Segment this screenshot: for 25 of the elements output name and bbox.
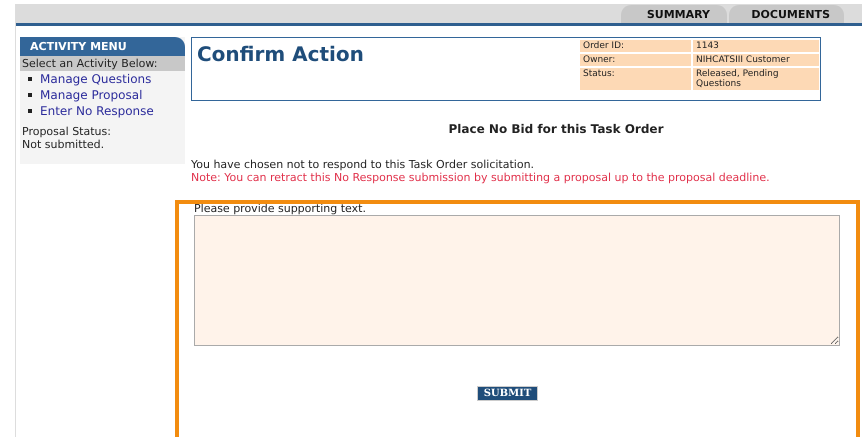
table-cell: 1143 [693, 40, 819, 52]
sidebar-link[interactable]: Enter No Response [40, 104, 154, 118]
page-title: Confirm Action [196, 41, 364, 66]
sidebar-title: ACTIVITY MENU [20, 37, 185, 56]
bullet-icon [28, 109, 32, 113]
tab[interactable]: SUMMARY [621, 5, 728, 23]
submit-button[interactable]: SUBMIT [476, 386, 538, 401]
sidebar-link[interactable]: Manage Questions [40, 72, 152, 86]
status-value: Not submitted. [21, 138, 106, 151]
bullet-icon [28, 93, 32, 97]
message-text: You have chosen not to respond to this Task Order solicitation. [191, 158, 536, 171]
note-text: Note: You can retract this No Response submission by submitting a proposal up to the proposal deadline. [191, 171, 771, 184]
table-cell: NIHCATSIII Customer [693, 54, 819, 66]
sidebar-link[interactable]: Manage Proposal [40, 88, 142, 102]
section-heading: Place No Bid for this Task Order [447, 122, 664, 136]
table-cell: Owner: [580, 54, 691, 66]
bullet-icon [28, 77, 32, 81]
table-cell: Order ID: [580, 40, 691, 52]
table-cell: Status: [580, 68, 691, 90]
field-label: Please provide supporting text. [194, 202, 367, 215]
sidebar-subtitle: Select an Activity Below: [20, 56, 185, 71]
tab[interactable]: DOCUMENTS [729, 5, 844, 23]
table-cell: Released, Pending Questions [693, 68, 819, 90]
text-area[interactable] [194, 215, 840, 346]
status-label: Proposal Status: [21, 125, 112, 138]
